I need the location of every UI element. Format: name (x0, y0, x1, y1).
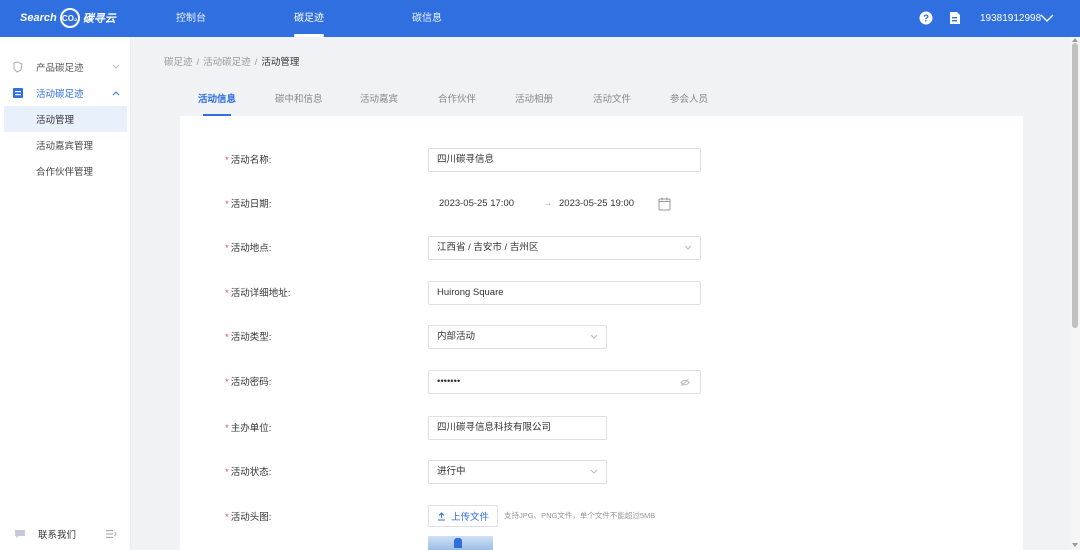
form-row-date: * 活动日期: 2023-05-25 17:00 → 2023-05-25 19:… (180, 192, 1023, 218)
breadcrumb: 碳足迹 / 活动碳足迹 / 活动管理 (164, 54, 299, 68)
date-range-picker[interactable]: 2023-05-25 17:00 → 2023-05-25 19:00 (428, 192, 678, 216)
field-label: * 活动类型: (225, 332, 272, 343)
form-row-cover: * 活动头图: 上传文件 支持JPG、PNG文件，单个文件不能超过5MB (180, 505, 1023, 531)
form-row-location: * 活动地点: 江西省 / 吉安市 / 吉州区 (180, 236, 1023, 262)
sidebar-footer: 联系我们 (0, 520, 131, 550)
activity-name-input[interactable]: 四川碳寻信息 (428, 148, 701, 172)
calendar-icon[interactable] (658, 197, 671, 211)
tab-guests[interactable]: 活动嘉宾 (360, 86, 398, 116)
tab-activity-info[interactable]: 活动信息 (198, 86, 236, 116)
contact-us-button[interactable]: 联系我们 (10, 524, 88, 544)
upload-hint: 支持JPG、PNG文件，单个文件不能超过5MB (504, 511, 656, 520)
date-range-arrow: → (543, 198, 553, 209)
sidebar-item-label: 活动管理 (36, 115, 75, 126)
activity-status-select[interactable]: 进行中 (428, 460, 607, 484)
form-row-password: * 活动密码: ••••••• (180, 370, 1023, 396)
sidebar-item-label: 合作伙伴管理 (36, 167, 94, 178)
user-phone[interactable]: 19381912998 (980, 0, 1041, 37)
logo[interactable]: Search CO₂ 碳寻云 (20, 8, 116, 28)
sidebar-item-label: 活动嘉宾管理 (36, 141, 94, 152)
location-cascader[interactable]: 江西省 / 吉安市 / 吉州区 (428, 236, 701, 260)
chevron-down-icon (112, 64, 120, 69)
activity-form: * 活动名称: 四川碳寻信息 * 活动日期: 2023-05-25 17:00 → … (180, 116, 1023, 550)
tab-attendees[interactable]: 参会人员 (670, 86, 708, 116)
contact-us-label: 联系我们 (38, 530, 77, 541)
chevron-down-icon (590, 334, 598, 339)
nav-carbon-info[interactable]: 碳信息 (412, 0, 442, 37)
breadcrumb-item[interactable]: 活动碳足迹 (203, 57, 251, 68)
chevron-down-icon (590, 469, 598, 474)
cover-image-thumbnail[interactable] (428, 536, 493, 550)
eye-off-icon[interactable] (680, 378, 690, 387)
password-input[interactable]: ••••••• (428, 370, 701, 394)
sidebar-item-partner-management[interactable]: 合作伙伴管理 (0, 158, 131, 184)
upload-icon (437, 511, 445, 520)
sidebar-item-guest-management[interactable]: 活动嘉宾管理 (0, 132, 131, 158)
date-end[interactable]: 2023-05-25 19:00 (559, 193, 634, 215)
scrollbar-thumb[interactable] (1072, 43, 1078, 328)
activity-type-value: 内部活动 (437, 331, 476, 342)
collapse-sidebar-icon[interactable] (105, 529, 117, 539)
scroll-down-icon[interactable] (1072, 543, 1078, 548)
chat-icon (15, 530, 25, 538)
field-label: * 主办单位: (225, 423, 272, 434)
form-row-address: * 活动详细地址: Huirong Square (180, 281, 1023, 307)
field-label: * 活动日期: (225, 199, 272, 210)
password-value: ••••••• (437, 376, 461, 387)
field-label: * 活动密码: (225, 377, 272, 388)
field-label: * 活动状态: (225, 467, 272, 478)
sidebar-item-label: 活动碳足迹 (36, 89, 84, 100)
top-navbar: Search CO₂ 碳寻云 控制台 碳足迹 碳信息 ? 19381912998 (0, 0, 1080, 37)
nav-carbon-footprint[interactable]: 碳足迹 (294, 0, 324, 37)
tab-album[interactable]: 活动相册 (515, 86, 553, 116)
field-label: * 活动名称: (225, 155, 272, 166)
breadcrumb-separator: / (196, 57, 200, 68)
field-label: * 活动头图: (225, 512, 272, 523)
document-icon[interactable] (948, 11, 962, 25)
logo-co2-badge: CO₂ (59, 8, 80, 28)
activity-type-select[interactable]: 内部活动 (428, 325, 607, 349)
activity-icon (13, 88, 23, 98)
chevron-down-icon (684, 245, 692, 250)
tab-partners[interactable]: 合作伙伴 (438, 86, 476, 116)
question-circle-icon[interactable]: ? (919, 11, 933, 25)
field-label: * 活动详细地址: (225, 288, 291, 299)
form-row-name: * 活动名称: 四川碳寻信息 (180, 148, 1023, 174)
sidebar: 产品碳足迹 活动碳足迹 活动管理 活动嘉宾管理 合作伙伴管理 联系我们 (0, 37, 131, 550)
activity-status-value: 进行中 (437, 466, 466, 477)
sidebar-item-product-footprint[interactable]: 产品碳足迹 (0, 54, 131, 80)
cover-image-figure (454, 538, 462, 548)
sidebar-item-activity-management[interactable]: 活动管理 (4, 106, 127, 132)
nav-console[interactable]: 控制台 (176, 0, 206, 37)
organizer-input[interactable]: 四川碳寻信息科技有限公司 (428, 416, 607, 440)
form-row-type: * 活动类型: 内部活动 (180, 325, 1023, 351)
form-row-organizer: * 主办单位: 四川碳寻信息科技有限公司 (180, 416, 1023, 442)
svg-text:?: ? (923, 14, 929, 25)
address-input[interactable]: Huirong Square (428, 281, 701, 305)
upload-label: 上传文件 (450, 512, 489, 523)
sidebar-item-activity-footprint[interactable]: 活动碳足迹 (0, 80, 131, 106)
sidebar-item-label: 产品碳足迹 (36, 63, 84, 74)
tab-files[interactable]: 活动文件 (593, 86, 631, 116)
scroll-up-icon[interactable] (1072, 37, 1078, 42)
tab-carbon-neutral-info[interactable]: 碳中和信息 (275, 86, 323, 116)
logo-brand: 碳寻云 (82, 13, 116, 25)
upload-button[interactable]: 上传文件 (428, 505, 498, 527)
location-value: 江西省 / 吉安市 / 吉州区 (437, 242, 539, 253)
logo-text: Search (20, 12, 57, 24)
chevron-down-icon[interactable] (1040, 13, 1054, 23)
breadcrumb-item[interactable]: 碳足迹 (164, 57, 193, 68)
product-icon (13, 61, 23, 73)
date-start[interactable]: 2023-05-25 17:00 (439, 193, 514, 215)
breadcrumb-current: 活动管理 (261, 57, 300, 68)
chevron-up-icon (112, 91, 120, 96)
page-scrollbar[interactable] (1070, 37, 1080, 550)
form-row-status: * 活动状态: 进行中 (180, 460, 1023, 486)
breadcrumb-separator: / (254, 57, 258, 68)
field-label: * 活动地点: (225, 243, 272, 254)
